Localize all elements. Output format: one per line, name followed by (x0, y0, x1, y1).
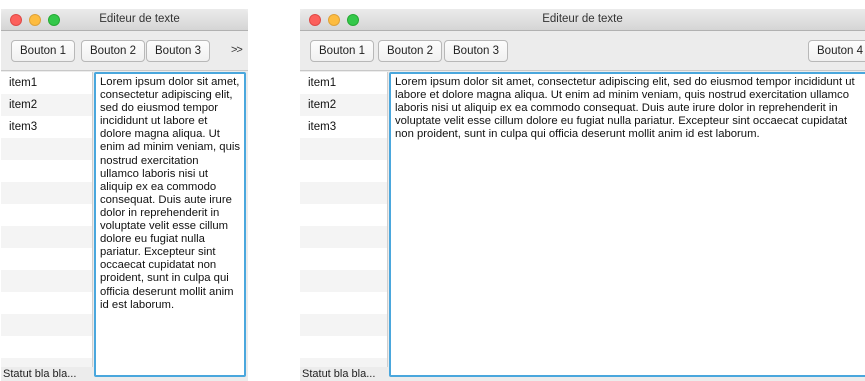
button-1[interactable]: Bouton 1 (310, 40, 375, 62)
empty-list-row (1, 204, 92, 226)
empty-list-row (1, 358, 92, 367)
empty-list-row (300, 138, 387, 160)
list-item[interactable]: item1 (1, 72, 92, 94)
empty-list-row (300, 248, 387, 270)
empty-list-row (300, 358, 387, 367)
empty-list-row (300, 182, 387, 204)
status-bar: Statut bla bla... (3, 368, 77, 380)
button-4[interactable]: Bouton 4 (808, 40, 865, 62)
narrow-window: Editeur de texte Bouton 1 Bouton 2 Bouto… (1, 9, 248, 381)
window-title: Editeur de texte (99, 13, 180, 25)
empty-list-row (300, 204, 387, 226)
narrow-window-titlebar[interactable]: Editeur de texte (1, 9, 248, 31)
window-title: Editeur de texte (542, 13, 623, 25)
item-list[interactable]: item1 item2 item3 (300, 72, 388, 367)
item-list[interactable]: item1 item2 item3 (1, 72, 93, 367)
list-item[interactable]: item1 (300, 72, 387, 94)
empty-list-row (1, 160, 92, 182)
empty-list-row (300, 314, 387, 336)
empty-list-row (300, 226, 387, 248)
empty-list-row (300, 336, 387, 358)
empty-list-row (1, 292, 92, 314)
wide-window: Editeur de texte Bouton 1 Bouton 2 Bouto… (300, 9, 865, 381)
list-item[interactable]: item2 (300, 94, 387, 116)
empty-list-row (1, 248, 92, 270)
close-icon[interactable] (10, 14, 22, 26)
toolbar-overflow-icon[interactable]: >> (231, 44, 243, 56)
text-editor-area[interactable]: Lorem ipsum dolor sit amet, consectetur … (389, 72, 865, 377)
empty-list-row (1, 226, 92, 248)
list-item[interactable]: item3 (300, 116, 387, 138)
wide-window-titlebar[interactable]: Editeur de texte (300, 9, 865, 31)
toolbar: Bouton 1 Bouton 2 Bouton 3 Bouton 4 (300, 31, 865, 71)
toolbar: Bouton 1 Bouton 2 Bouton 3 >> (1, 31, 248, 71)
empty-list-row (1, 182, 92, 204)
list-item[interactable]: item2 (1, 94, 92, 116)
button-3[interactable]: Bouton 3 (146, 40, 211, 62)
text-editor-area[interactable]: Lorem ipsum dolor sit amet, consectetur … (94, 72, 246, 377)
button-2[interactable]: Bouton 2 (81, 40, 146, 62)
button-1[interactable]: Bouton 1 (11, 40, 76, 62)
button-3[interactable]: Bouton 3 (444, 40, 509, 62)
status-bar: Statut bla bla... (302, 368, 376, 380)
empty-list-row (300, 292, 387, 314)
empty-list-row (300, 270, 387, 292)
empty-list-row (1, 336, 92, 358)
empty-list-row (300, 160, 387, 182)
empty-list-row (1, 138, 92, 160)
list-item[interactable]: item3 (1, 116, 92, 138)
empty-list-row (1, 314, 92, 336)
empty-list-row (1, 270, 92, 292)
button-2[interactable]: Bouton 2 (378, 40, 443, 62)
